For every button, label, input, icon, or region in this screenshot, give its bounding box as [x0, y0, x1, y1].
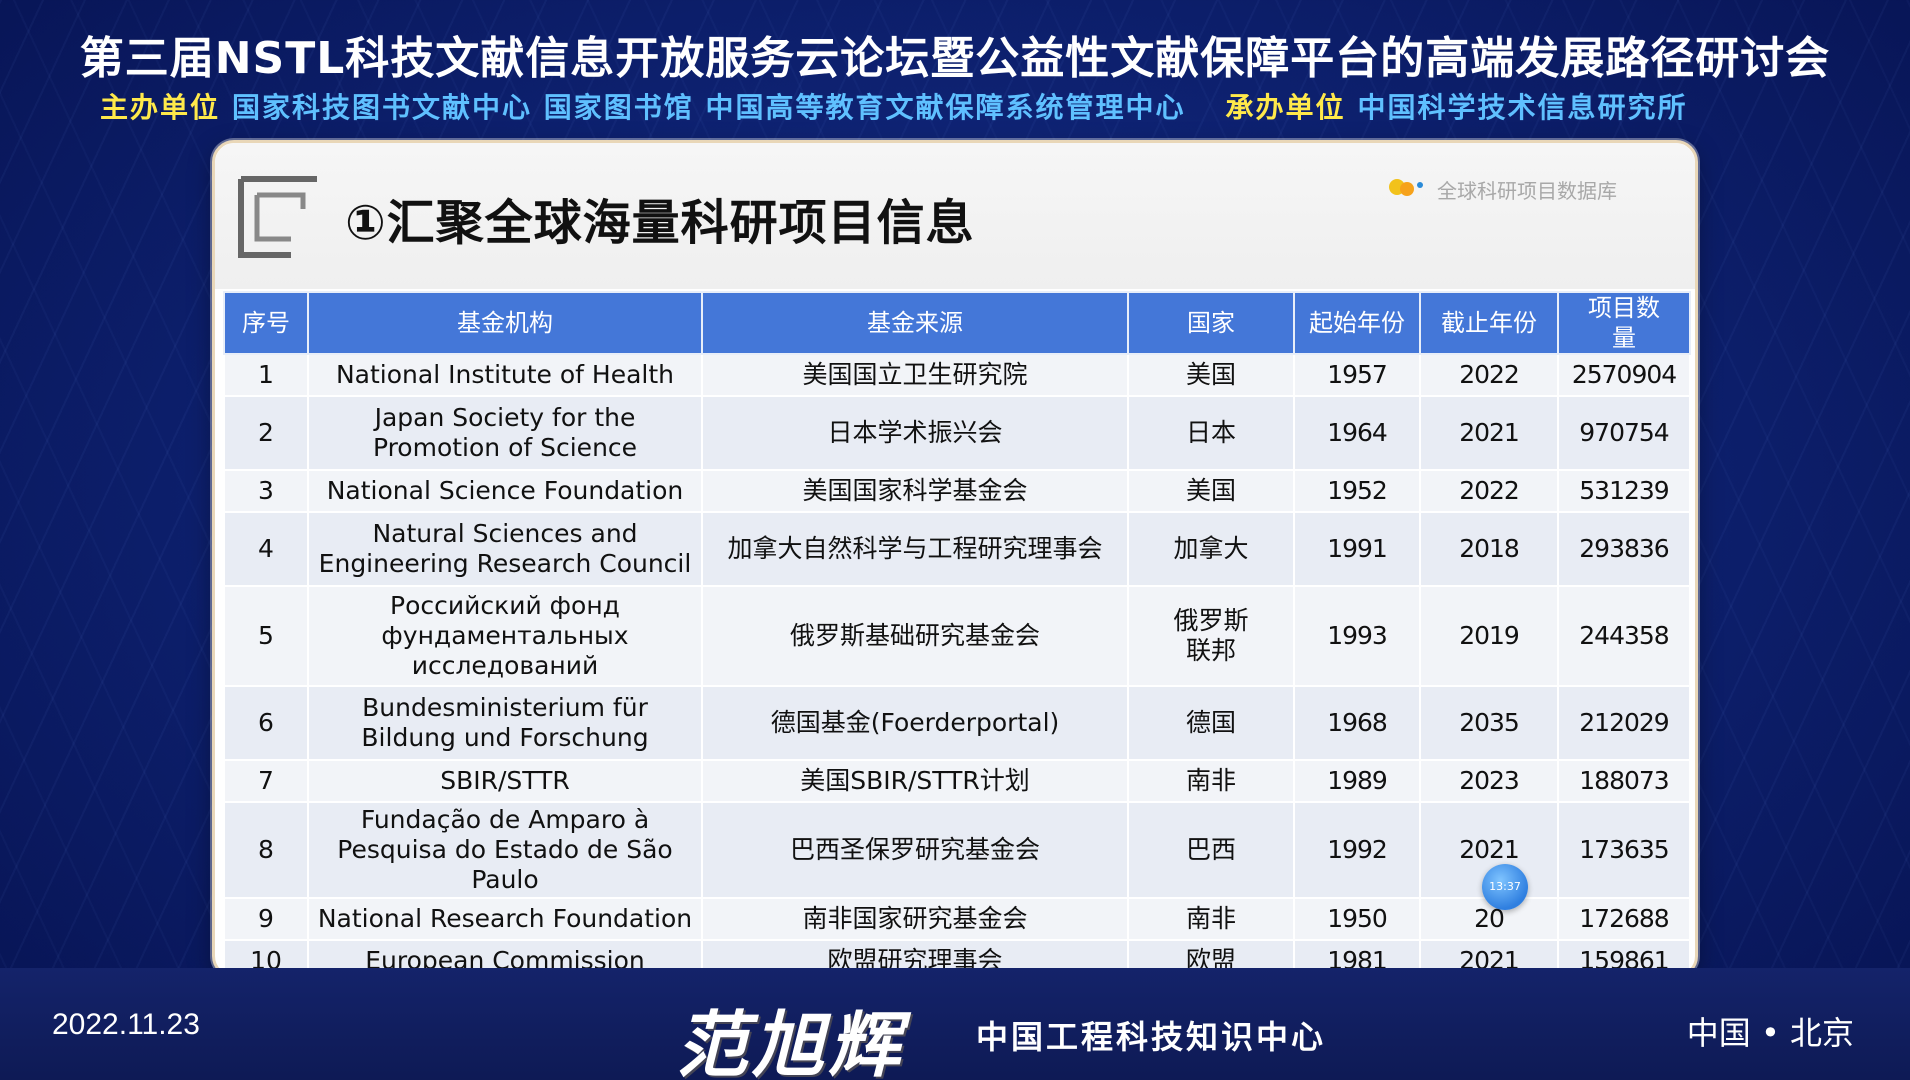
col-header-index: 序号: [223, 291, 309, 355]
cell-end-year: 2023: [1419, 759, 1559, 803]
cell-source: 加拿大自然科学与工程研究理事会: [701, 511, 1129, 587]
cell-index: 7: [223, 759, 309, 803]
cell-country: 加拿大: [1127, 511, 1295, 587]
table-row: 4 Natural Sciences and Engineering Resea…: [223, 511, 1691, 587]
cell-start-year: 1992: [1293, 801, 1421, 899]
cell-start-year: 1968: [1293, 685, 1421, 761]
cell-funder: National Research Foundation: [307, 897, 703, 941]
cell-index: 9: [223, 897, 309, 941]
cell-funder: Bundesministerium für Bildung und Forsch…: [307, 685, 703, 761]
cell-country: 德国: [1127, 685, 1295, 761]
cell-funder: National Science Foundation: [307, 469, 703, 513]
conference-title: 第三届NSTL科技文献信息开放服务云论坛暨公益性文献保障平台的高端发展路径研讨会: [79, 33, 1831, 84]
host-label: 主办单位: [100, 91, 221, 124]
table-row: 8 Fundação de Amparo à Pesquisa do Estad…: [223, 801, 1691, 899]
cell-count: 173635: [1557, 801, 1691, 899]
table-header-row: 序号 基金机构 基金来源 国家 起始年份 截止年份 项目数量: [223, 291, 1691, 355]
cell-index: 1: [223, 353, 309, 397]
cell-count: 172688: [1557, 897, 1691, 941]
cell-index: 4: [223, 511, 309, 587]
cell-country: 美国: [1127, 469, 1295, 513]
cell-count: 970754: [1557, 395, 1691, 471]
table-row: 2 Japan Society for the Promotion of Sci…: [223, 395, 1691, 471]
table-row: 7 SBIR/STTR 美国SBIR/STTR计划 南非 1989 2023 1…: [223, 759, 1691, 803]
cell-start-year: 1957: [1293, 353, 1421, 397]
col-header-count: 项目数量: [1557, 291, 1691, 355]
cell-index: 3: [223, 469, 309, 513]
table-row: 9 National Research Foundation 南非国家研究基金会…: [223, 897, 1691, 941]
funding-table: 序号 基金机构 基金来源 国家 起始年份 截止年份 项目数量 1 Nationa…: [223, 291, 1691, 983]
col-header-start-year: 起始年份: [1293, 291, 1421, 355]
cell-count: 188073: [1557, 759, 1691, 803]
database-logo-icon: [1389, 179, 1423, 196]
cell-count: 531239: [1557, 469, 1691, 513]
cell-source: 日本学术振兴会: [701, 395, 1129, 471]
cell-end-year: 2018: [1419, 511, 1559, 587]
col-header-end-year: 截止年份: [1419, 291, 1559, 355]
table-row: 1 National Institute of Health 美国国立卫生研究院…: [223, 353, 1691, 397]
cell-source: 美国SBIR/STTR计划: [701, 759, 1129, 803]
host-names: 国家科技图书文献中心 国家图书馆 中国高等教育文献保障系统管理中心: [232, 91, 1186, 124]
cell-funder: SBIR/STTR: [307, 759, 703, 803]
col-header-country: 国家: [1127, 291, 1295, 355]
cell-start-year: 1993: [1293, 585, 1421, 687]
col-header-source: 基金来源: [701, 291, 1129, 355]
cell-index: 8: [223, 801, 309, 899]
cell-end-year: 2022: [1419, 469, 1559, 513]
cell-index: 6: [223, 685, 309, 761]
organizer-label: 承办单位: [1225, 91, 1346, 124]
cell-country: 南非: [1127, 897, 1295, 941]
col-header-funder: 基金机构: [307, 291, 703, 355]
cell-source: 南非国家研究基金会: [701, 897, 1129, 941]
cell-funder: Japan Society for the Promotion of Scien…: [307, 395, 703, 471]
cell-end-year: 2035: [1419, 685, 1559, 761]
cell-source: 美国国立卫生研究院: [701, 353, 1129, 397]
organizer-line: 主办单位 国家科技图书文献中心 国家图书馆 中国高等教育文献保障系统管理中心 承办单…: [100, 86, 1860, 126]
cell-index: 2: [223, 395, 309, 471]
database-watermark: 全球科研项目数据库: [1387, 167, 1910, 207]
cell-start-year: 1950: [1293, 897, 1421, 941]
slide-panel: ①汇聚全球海量科研项目信息 全球科研项目数据库 序号 基金机构 基金来源 国家 …: [212, 140, 1698, 983]
table-row: 6 Bundesministerium für Bildung und Fors…: [223, 685, 1691, 761]
speaker-organization: 中国工程科技知识中心: [976, 1018, 1327, 1056]
slide-header: ①汇聚全球海量科研项目信息 全球科研项目数据库: [215, 143, 1695, 289]
cell-count: 2570904: [1557, 353, 1691, 397]
organizer-names: 中国科学技术信息研究所: [1357, 91, 1688, 124]
cell-count: 244358: [1557, 585, 1691, 687]
cell-start-year: 1991: [1293, 511, 1421, 587]
cell-index: 5: [223, 585, 309, 687]
slide-title: ①汇聚全球海量科研项目信息: [345, 195, 975, 251]
timestamp-bubble[interactable]: 13:37: [1482, 864, 1528, 910]
cell-funder: National Institute of Health: [307, 353, 703, 397]
table-row: 3 National Science Foundation 美国国家科学基金会 …: [223, 469, 1691, 513]
cell-start-year: 1952: [1293, 469, 1421, 513]
bracket-logo-icon: [238, 176, 317, 258]
cell-end-year: 2021: [1419, 395, 1559, 471]
cell-country: 巴西: [1127, 801, 1295, 899]
cell-country: 俄罗斯联邦: [1127, 585, 1295, 687]
cell-source: 美国国家科学基金会: [701, 469, 1129, 513]
cell-funder: Natural Sciences and Engineering Researc…: [307, 511, 703, 587]
cell-source: 俄罗斯基础研究基金会: [701, 585, 1129, 687]
footer-location: 中国 • 北京: [1686, 1014, 1854, 1052]
cell-source: 德国基金(Foerderportal): [701, 685, 1129, 761]
cell-start-year: 1964: [1293, 395, 1421, 471]
database-label: 全球科研项目数据库: [1437, 179, 1617, 203]
cell-source: 巴西圣保罗研究基金会: [701, 801, 1129, 899]
cell-country: 美国: [1127, 353, 1295, 397]
cell-funder: Fundação de Amparo à Pesquisa do Estado …: [307, 801, 703, 899]
table-row: 5 Российский фонд фундаментальных исслед…: [223, 585, 1691, 687]
cell-end-year: 2019: [1419, 585, 1559, 687]
cell-count: 293836: [1557, 511, 1691, 587]
cell-count: 212029: [1557, 685, 1691, 761]
cell-funder: Российский фонд фундаментальных исследов…: [307, 585, 703, 687]
speaker-name: 范旭辉: [676, 1003, 905, 1080]
cell-start-year: 1989: [1293, 759, 1421, 803]
cell-country: 南非: [1127, 759, 1295, 803]
footer-bar: 2022.11.23 范旭辉 中国工程科技知识中心 中国 • 北京: [0, 968, 1910, 1080]
cell-country: 日本: [1127, 395, 1295, 471]
cell-end-year: 2022: [1419, 353, 1559, 397]
footer-date: 2022.11.23: [52, 1008, 200, 1041]
